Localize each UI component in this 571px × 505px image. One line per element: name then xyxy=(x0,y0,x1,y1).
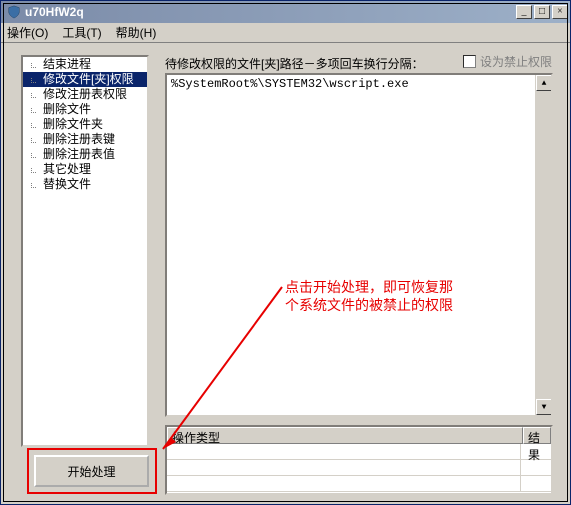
grid-body xyxy=(167,444,551,493)
annotation-bg xyxy=(279,275,461,371)
menu-operate[interactable]: 操作(O) xyxy=(7,24,48,41)
client-area: 结束进程 修改文件[夹]权限 修改注册表权限 删除文件 删除文件夹 删除注册表键… xyxy=(1,43,570,504)
menubar: 操作(O) 工具(T) 帮助(H) xyxy=(1,23,570,43)
paths-caption: 待修改权限的文件[夹]路径－多项回车换行分隔： xyxy=(165,55,424,72)
menu-tools[interactable]: 工具(T) xyxy=(62,24,101,41)
scrollbar[interactable]: ▲ ▼ xyxy=(535,75,551,415)
results-grid[interactable]: 操作类型 结果 xyxy=(165,425,553,495)
minimize-button[interactable]: _ xyxy=(516,5,532,19)
app-icon xyxy=(7,5,21,19)
scroll-up-button[interactable]: ▲ xyxy=(536,75,552,91)
col-result[interactable]: 结果 xyxy=(523,427,551,444)
close-button[interactable]: × xyxy=(552,5,568,19)
tree-item[interactable]: 删除注册表值 xyxy=(23,147,147,162)
window-buttons: _ □ × xyxy=(516,5,568,19)
window-title: u70HfW2q xyxy=(25,5,516,19)
table-row[interactable] xyxy=(167,460,551,476)
menu-help[interactable]: 帮助(H) xyxy=(116,24,157,41)
deny-checkbox-label: 设为禁止权限 xyxy=(480,53,552,70)
tree-item[interactable]: 修改文件[夹]权限 xyxy=(23,72,147,87)
grid-header: 操作类型 结果 xyxy=(167,427,551,444)
action-tree[interactable]: 结束进程 修改文件[夹]权限 修改注册表权限 删除文件 删除文件夹 删除注册表键… xyxy=(21,55,149,447)
deny-checkbox-wrap[interactable]: 设为禁止权限 xyxy=(463,53,552,70)
maximize-button[interactable]: □ xyxy=(534,5,550,19)
app-window: u70HfW2q _ □ × 操作(O) 工具(T) 帮助(H) 结束进程 修改… xyxy=(0,0,571,505)
tree-item[interactable]: 删除文件夹 xyxy=(23,117,147,132)
tree-item[interactable]: 其它处理 xyxy=(23,162,147,177)
col-operation-type[interactable]: 操作类型 xyxy=(167,427,523,444)
tree-item[interactable]: 删除文件 xyxy=(23,102,147,117)
start-process-button[interactable]: 开始处理 xyxy=(34,455,149,487)
table-row[interactable] xyxy=(167,444,551,460)
tree-item[interactable]: 结束进程 xyxy=(23,57,147,72)
tree-item[interactable]: 替换文件 xyxy=(23,177,147,192)
table-row[interactable] xyxy=(167,476,551,492)
scroll-down-button[interactable]: ▼ xyxy=(536,399,552,415)
paths-text: %SystemRoot%\SYSTEM32\wscript.exe xyxy=(171,77,409,91)
deny-checkbox[interactable] xyxy=(463,55,476,68)
titlebar[interactable]: u70HfW2q _ □ × xyxy=(1,1,570,23)
tree-item[interactable]: 修改注册表权限 xyxy=(23,87,147,102)
tree-item[interactable]: 删除注册表键 xyxy=(23,132,147,147)
